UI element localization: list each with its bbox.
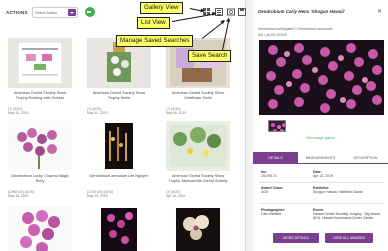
detail-award-code: AM / (AOS) 2019/5 bbox=[258, 33, 287, 37]
tile-image[interactable] bbox=[8, 38, 72, 88]
tile-image[interactable] bbox=[8, 206, 72, 251]
detail-parentage: Dendrobium hellwigianii X Dendrobium amo… bbox=[258, 27, 333, 31]
tile-date: May 15, 2019 bbox=[8, 194, 29, 198]
tile-title[interactable]: American Orchid Society Show Trophy Smil… bbox=[87, 91, 151, 105]
image-gallery-link[interactable]: View image gallery bbox=[253, 136, 388, 140]
result-tile[interactable]: American Orchid Society Show Trophy Smil… bbox=[87, 38, 151, 115]
tile-title[interactable]: American Orchid Society Silver Certifica… bbox=[166, 91, 230, 105]
tile-date: May 15, 2019 bbox=[8, 111, 29, 115]
tile-date: May 14, 2019 bbox=[87, 111, 108, 115]
tab-description[interactable]: DESCRIPTION bbox=[343, 152, 388, 164]
callout-save-search: Save Search bbox=[188, 50, 232, 62]
tile-title[interactable]: American Orchid Society Show Trophy Rock… bbox=[8, 91, 72, 105]
tile-image[interactable] bbox=[8, 121, 72, 171]
action-select[interactable]: Select Action bbox=[32, 7, 78, 18]
action-select-value: Select Action bbox=[35, 11, 57, 15]
detail-tabs: DETAILS MEASUREMENTS DESCRIPTION bbox=[253, 152, 388, 164]
field-photographer: Photographer: Glen Barfield bbox=[261, 208, 311, 216]
result-tile[interactable]: Dendrobium aemulum Lee Nguyen (CCM 4/2) … bbox=[87, 121, 151, 198]
result-tile[interactable]: Dendrobium Lucky Charms Magic Ruby (CHM … bbox=[8, 121, 72, 198]
tab-details[interactable]: DETAILS bbox=[253, 152, 298, 164]
more-details-button[interactable]: MORE DETAILS bbox=[273, 233, 319, 243]
tile-meta: (?) (AOS) Sep 08, 2019 bbox=[166, 107, 230, 115]
tile-meta: (?) (AOS) Apr 16, 2019 bbox=[166, 190, 230, 198]
field-exhibitor-value: Shogun Hawaii / Matthew Santo bbox=[313, 190, 363, 195]
callout-list-view: List View bbox=[137, 17, 170, 29]
field-no-value: 20199174 bbox=[261, 174, 277, 179]
tile-image[interactable] bbox=[87, 206, 151, 251]
actions-label: ACTIONS bbox=[6, 10, 28, 15]
tile-title[interactable]: Dendrobium aemulum Lee Nguyen bbox=[87, 174, 151, 188]
result-tile[interactable] bbox=[8, 206, 72, 251]
callout-gallery-view: Gallery View bbox=[140, 2, 183, 14]
award-search-page: ACTIONS Select Action American Orchid So… bbox=[0, 0, 388, 251]
result-tile[interactable] bbox=[166, 206, 230, 251]
field-award-class: Award Class: AOS bbox=[261, 186, 311, 194]
callout-manage-saved-searches: Manage Saved Searches bbox=[116, 35, 194, 47]
manage-saved-searches-icon[interactable] bbox=[227, 8, 235, 16]
field-date-value: Apr 13, 2019 bbox=[313, 174, 334, 179]
save-search-icon[interactable] bbox=[238, 8, 246, 16]
divider bbox=[259, 203, 383, 204]
result-tile[interactable]: American Orchid Society Show Trophy Jack… bbox=[166, 121, 230, 198]
field-event: Event: Hawaii Center Monthly Judging - B… bbox=[313, 208, 383, 221]
view-all-awards-button[interactable]: VIEW ALL AWARDS bbox=[325, 233, 373, 243]
field-award-class-label: Award Class: bbox=[261, 186, 284, 190]
tile-date: Apr 16, 2019 bbox=[166, 194, 186, 198]
tile-image[interactable] bbox=[166, 206, 230, 251]
result-tile[interactable]: American Orchid Society Show Trophy Rock… bbox=[8, 38, 72, 115]
tab-measurements[interactable]: MEASUREMENTS bbox=[298, 152, 343, 164]
tile-date: Sep 08, 2019 bbox=[166, 111, 187, 115]
field-exhibitor: Exhibitor: Shogun Hawaii / Matthew Santo bbox=[313, 186, 383, 194]
tile-meta: (?) (AOS) May 14, 2019 bbox=[87, 107, 151, 115]
field-no: No: 20199174 bbox=[261, 170, 311, 178]
tile-title[interactable]: American Orchid Society Show Trophy Jack… bbox=[166, 174, 230, 188]
detail-thumbnail[interactable] bbox=[268, 120, 286, 132]
field-date: Date: Apr 13, 2019 bbox=[313, 170, 383, 178]
tile-meta: (?) (AOS) May 15, 2019 bbox=[8, 107, 72, 115]
field-photographer-value: Glen Barfield bbox=[261, 212, 282, 217]
detail-main-image[interactable] bbox=[259, 40, 384, 115]
field-event-value: Hawaii Center Monthly Judging - Big Isla… bbox=[313, 212, 380, 221]
close-icon[interactable]: ✕ bbox=[377, 8, 382, 15]
divider bbox=[259, 182, 383, 183]
detail-panel: Dendrobium Carly Hens 'Shogun Hawaii' ✕ … bbox=[253, 0, 388, 251]
chevron-down-icon[interactable] bbox=[68, 9, 76, 16]
tile-title[interactable]: Dendrobium Lucky Charms Magic Ruby bbox=[8, 174, 72, 188]
tile-image[interactable] bbox=[166, 121, 230, 171]
tile-image[interactable] bbox=[87, 121, 151, 171]
tile-date: May 15, 2019 bbox=[87, 194, 108, 198]
detail-title: Dendrobium Carly Hens 'Shogun Hawaii' bbox=[258, 9, 345, 14]
tile-meta: (CCM 4/2) (AOS) May 15, 2019 bbox=[87, 190, 151, 198]
apply-action-button[interactable] bbox=[85, 7, 95, 17]
field-award-class-value: AOS bbox=[261, 190, 269, 195]
result-tile[interactable] bbox=[87, 206, 151, 251]
tile-meta: (CHM 4/2) (AOS) May 15, 2019 bbox=[8, 190, 72, 198]
